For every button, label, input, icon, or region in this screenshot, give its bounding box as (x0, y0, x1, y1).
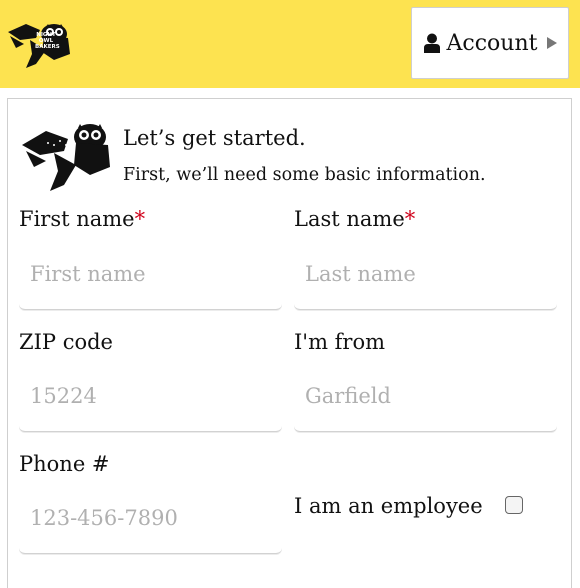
zip-field[interactable] (19, 360, 282, 432)
user-icon (423, 33, 440, 53)
first-name-field[interactable] (19, 238, 282, 310)
employee-label: I am an employee (294, 494, 483, 518)
employee-checkbox[interactable] (505, 496, 523, 514)
last-name-label: Last name* (294, 207, 416, 231)
phone-label: Phone # (19, 452, 110, 476)
top-bar: NIGHT OWL BAKERS Account (0, 0, 580, 88)
account-button[interactable]: Account (411, 7, 569, 79)
intro-title: Let’s get started. (123, 126, 306, 150)
from-field[interactable] (294, 360, 557, 432)
intro-subtitle: First, we’ll need some basic information… (123, 165, 486, 185)
first-name-label: First name* (19, 207, 146, 231)
last-name-field[interactable] (294, 238, 557, 310)
from-label: I'm from (294, 330, 386, 354)
account-label: Account (446, 30, 538, 56)
zip-label: ZIP code (19, 330, 113, 354)
phone-field[interactable] (19, 482, 282, 554)
caret-right-icon (547, 37, 558, 49)
required-mark: * (134, 207, 146, 231)
logo-text: NIGHT OWL BAKERS (35, 32, 60, 50)
owl-logo[interactable]: NIGHT OWL BAKERS (6, 14, 78, 70)
owl-illustration-icon (22, 124, 110, 191)
required-mark: * (404, 207, 416, 231)
